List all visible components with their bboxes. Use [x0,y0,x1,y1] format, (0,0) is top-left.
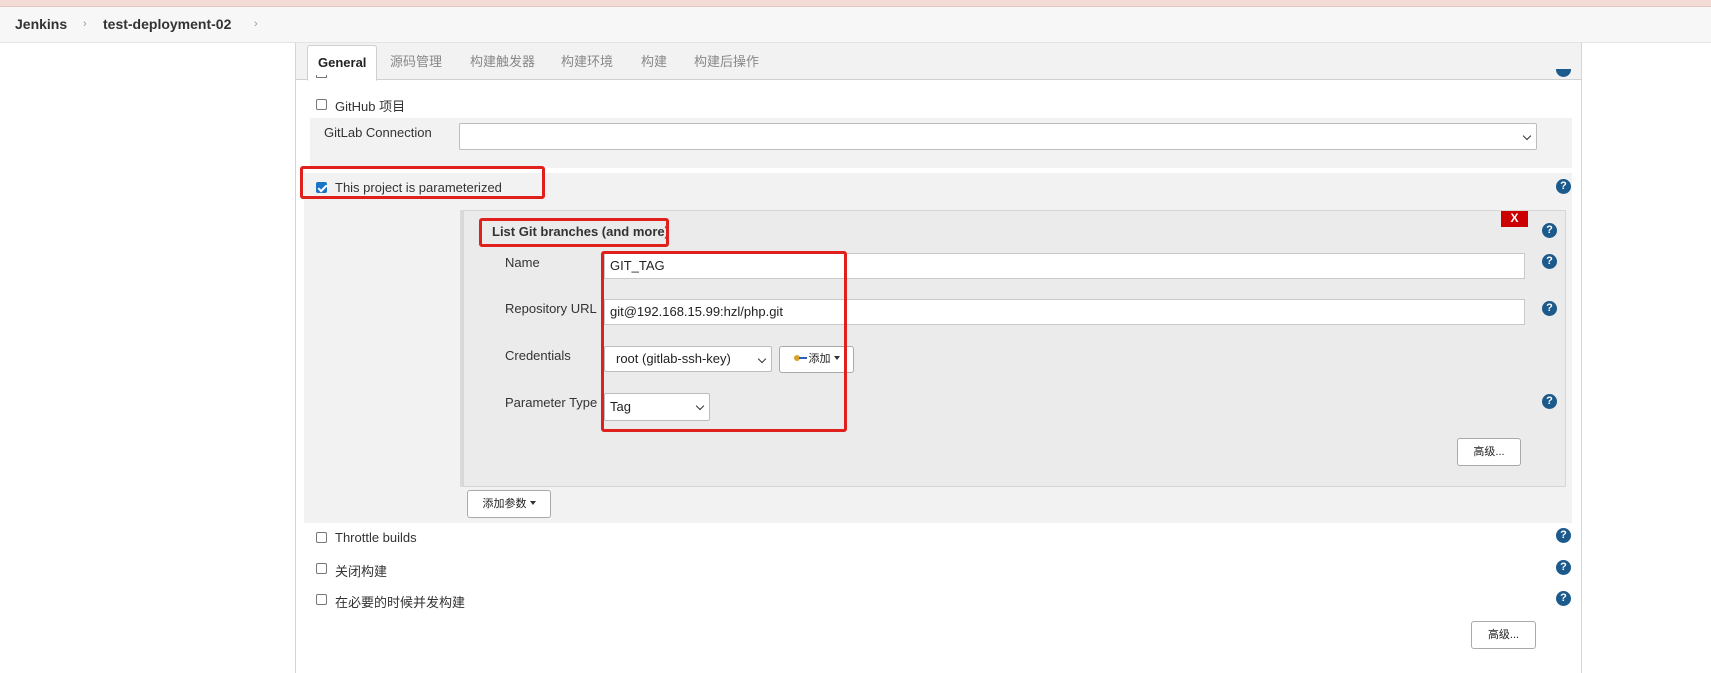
help-icon[interactable]: ? [1542,223,1557,238]
github-project-label: GitHub 项目 [335,99,406,114]
add-parameter-button[interactable]: 添加参数 [467,490,551,518]
concurrent-build-label: 在必要的时候并发构建 [335,595,466,610]
parameter-type-label: Parameter Type [505,395,598,410]
help-icon[interactable]: ? [1542,254,1557,269]
delete-parameter-button[interactable]: X [1501,211,1528,227]
advanced-button[interactable]: 高级... [1471,621,1536,649]
breadcrumb: Jenkins › test-deployment-02 › [0,7,1711,43]
tab-build-environment[interactable]: 构建环境 [561,43,613,80]
config-tabbar: General 源码管理 构建触发器 构建环境 构建 构建后操作 [295,43,1582,81]
disable-build-label: 关闭构建 [335,564,388,579]
throttle-builds-checkbox[interactable] [316,532,327,543]
help-icon[interactable]: ? [1556,591,1571,606]
caret-down-icon [529,501,536,505]
credentials-label: Credentials [505,348,571,363]
tab-build-triggers[interactable]: 构建触发器 [470,43,535,80]
cropped-checkbox[interactable] [316,75,327,78]
help-icon[interactable]: ? [1556,179,1571,194]
breadcrumb-jenkins[interactable]: Jenkins [15,16,67,32]
chevron-down-icon [1522,131,1532,141]
breadcrumb-job[interactable]: test-deployment-02 [103,16,231,32]
help-icon[interactable]: ? [1542,394,1557,409]
highlight-parameter-title [479,218,669,247]
tab-build[interactable]: 构建 [641,43,667,80]
name-label: Name [505,255,540,270]
gitlab-connection-select[interactable] [459,123,1537,150]
gitlab-connection-label: GitLab Connection [324,125,432,140]
help-icon[interactable]: ? [1556,560,1571,575]
highlight-parameterized [300,166,545,199]
help-icon[interactable]: ? [1556,528,1571,543]
breadcrumb-separator-icon: › [83,18,87,30]
breadcrumb-dropdown-icon[interactable]: › [254,18,258,30]
parameter-advanced-button[interactable]: 高级... [1457,438,1521,466]
tab-post-build[interactable]: 构建后操作 [694,43,759,80]
repository-url-label: Repository URL [505,301,597,316]
tab-source-code[interactable]: 源码管理 [390,43,442,80]
browser-top-strip [0,0,1711,7]
concurrent-build-checkbox[interactable] [316,594,327,605]
help-icon[interactable]: ? [1542,301,1557,316]
disable-build-checkbox[interactable] [316,563,327,574]
github-project-checkbox[interactable] [316,99,327,110]
highlight-parameter-fields [601,251,847,432]
throttle-builds-label: Throttle builds [335,530,417,545]
